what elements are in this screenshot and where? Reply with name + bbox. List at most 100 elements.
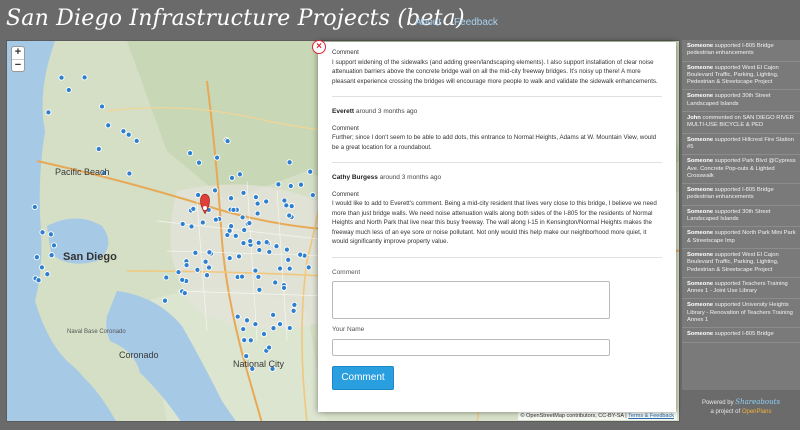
project-marker-icon[interactable] xyxy=(235,253,243,260)
project-marker-icon[interactable] xyxy=(286,212,293,219)
project-marker-icon[interactable] xyxy=(232,232,239,239)
project-marker-icon[interactable] xyxy=(187,150,194,157)
project-marker-icon[interactable] xyxy=(286,324,293,332)
project-marker-icon[interactable] xyxy=(228,174,236,181)
project-marker-icon[interactable] xyxy=(236,171,243,178)
project-marker-icon[interactable] xyxy=(276,265,284,272)
project-marker-icon[interactable] xyxy=(291,301,298,308)
project-marker-icon[interactable] xyxy=(247,238,254,245)
project-marker-icon[interactable] xyxy=(179,276,186,283)
project-marker-icon[interactable] xyxy=(252,267,259,274)
project-marker-icon[interactable] xyxy=(234,313,241,320)
project-marker-icon[interactable] xyxy=(190,205,197,212)
project-marker-icon[interactable] xyxy=(161,297,169,304)
activity-item[interactable]: Someone supported 30th Street Landscaped… xyxy=(682,90,800,113)
project-marker-icon[interactable] xyxy=(307,168,314,175)
zoom-out-button[interactable]: − xyxy=(12,59,24,71)
project-marker-icon[interactable] xyxy=(276,321,284,328)
project-marker-icon[interactable] xyxy=(286,159,293,166)
name-input[interactable] xyxy=(332,338,610,356)
project-marker-icon[interactable] xyxy=(256,286,263,293)
project-marker-icon[interactable] xyxy=(163,274,170,281)
activity-item[interactable]: Someone supported 30th Street Landscaped… xyxy=(682,206,800,228)
project-marker-icon[interactable] xyxy=(202,258,209,265)
project-marker-icon[interactable] xyxy=(195,191,202,199)
project-marker-icon[interactable] xyxy=(39,229,46,236)
project-marker-icon[interactable] xyxy=(188,223,195,230)
project-marker-icon[interactable] xyxy=(254,200,261,207)
project-marker-icon[interactable] xyxy=(227,195,235,202)
close-icon[interactable]: × xyxy=(312,40,326,54)
activity-item[interactable]: Someone supported I-805 Bridge xyxy=(682,328,800,343)
project-marker-icon[interactable] xyxy=(286,265,293,272)
project-marker-icon[interactable] xyxy=(203,272,211,279)
project-marker-icon[interactable] xyxy=(280,284,288,291)
project-marker-icon[interactable] xyxy=(181,290,188,297)
project-marker-icon[interactable] xyxy=(38,264,45,271)
project-marker-icon[interactable] xyxy=(270,325,277,332)
project-marker-icon[interactable] xyxy=(283,246,290,253)
project-marker-icon[interactable] xyxy=(255,239,262,246)
project-marker-icon[interactable] xyxy=(247,337,254,344)
activity-item[interactable]: Someone supported Park Blvd @Cypress Ave… xyxy=(682,155,800,185)
project-marker-icon[interactable] xyxy=(243,317,251,324)
project-marker-icon[interactable] xyxy=(283,202,290,209)
project-marker-icon[interactable] xyxy=(239,214,246,221)
project-marker-icon[interactable] xyxy=(230,206,237,213)
project-marker-icon[interactable] xyxy=(58,74,65,81)
project-marker-icon[interactable] xyxy=(125,131,132,138)
project-marker-icon[interactable] xyxy=(35,277,42,284)
project-marker-icon[interactable] xyxy=(255,273,262,280)
project-marker-icon[interactable] xyxy=(270,311,277,318)
project-marker-icon[interactable] xyxy=(309,192,316,199)
project-marker-icon[interactable] xyxy=(260,330,268,338)
project-marker-icon[interactable] xyxy=(224,138,231,145)
project-marker-icon[interactable] xyxy=(33,254,40,261)
project-marker-icon[interactable] xyxy=(183,262,190,269)
project-marker-icon[interactable] xyxy=(240,189,247,196)
project-marker-icon[interactable] xyxy=(133,137,140,144)
project-marker-icon[interactable] xyxy=(287,182,294,190)
project-marker-icon[interactable] xyxy=(212,216,219,223)
project-marker-icon[interactable] xyxy=(297,181,305,188)
project-marker-icon[interactable] xyxy=(275,181,282,188)
project-marker-icon[interactable] xyxy=(297,251,304,258)
activity-item[interactable]: Someone supported I-805 Bridge pedestria… xyxy=(682,40,800,62)
project-marker-icon[interactable] xyxy=(179,220,186,228)
project-marker-icon[interactable] xyxy=(241,337,248,344)
project-marker-icon[interactable] xyxy=(105,122,112,129)
activity-item[interactable]: Someone supported Teachers Training Anne… xyxy=(682,278,800,300)
project-marker-icon[interactable] xyxy=(65,86,72,94)
nav-about-link[interactable]: About xyxy=(415,17,441,28)
project-marker-icon[interactable] xyxy=(205,264,213,271)
project-marker-icon[interactable] xyxy=(192,249,199,256)
project-marker-icon[interactable] xyxy=(266,344,273,351)
project-marker-icon[interactable] xyxy=(243,353,250,360)
project-marker-icon[interactable] xyxy=(175,269,182,276)
attribution-terms-link[interactable]: Terms & Feedback xyxy=(628,413,674,419)
activity-item[interactable]: Someone supported University Heights Lib… xyxy=(682,299,800,329)
activity-item[interactable]: Someone supported Hillcrest Fire Station… xyxy=(682,134,800,156)
project-marker-icon[interactable] xyxy=(44,271,51,278)
project-marker-icon[interactable] xyxy=(81,74,88,81)
project-marker-icon[interactable] xyxy=(31,203,38,211)
project-marker-icon[interactable] xyxy=(246,220,253,227)
project-marker-icon[interactable] xyxy=(95,145,102,153)
project-marker-icon[interactable] xyxy=(206,249,213,256)
project-marker-icon[interactable] xyxy=(47,231,54,238)
project-marker-icon[interactable] xyxy=(45,109,52,116)
activity-item[interactable]: Someone supported North Park Mini Park &… xyxy=(682,227,800,249)
project-marker-icon[interactable] xyxy=(240,240,247,247)
project-marker-icon[interactable] xyxy=(195,159,203,166)
project-marker-icon[interactable] xyxy=(263,198,270,205)
project-marker-icon[interactable] xyxy=(239,273,246,280)
activity-item[interactable]: Someone supported I-805 Bridge pedestria… xyxy=(682,184,800,206)
project-marker-icon[interactable] xyxy=(226,255,233,262)
project-marker-icon[interactable] xyxy=(98,103,106,110)
project-marker-icon[interactable] xyxy=(288,203,295,210)
project-marker-icon[interactable] xyxy=(214,154,221,161)
project-marker-icon[interactable] xyxy=(263,239,270,246)
project-marker-icon[interactable] xyxy=(199,219,206,226)
project-marker-icon[interactable] xyxy=(305,264,312,271)
openplans-link[interactable]: OpenPlans xyxy=(742,409,772,415)
